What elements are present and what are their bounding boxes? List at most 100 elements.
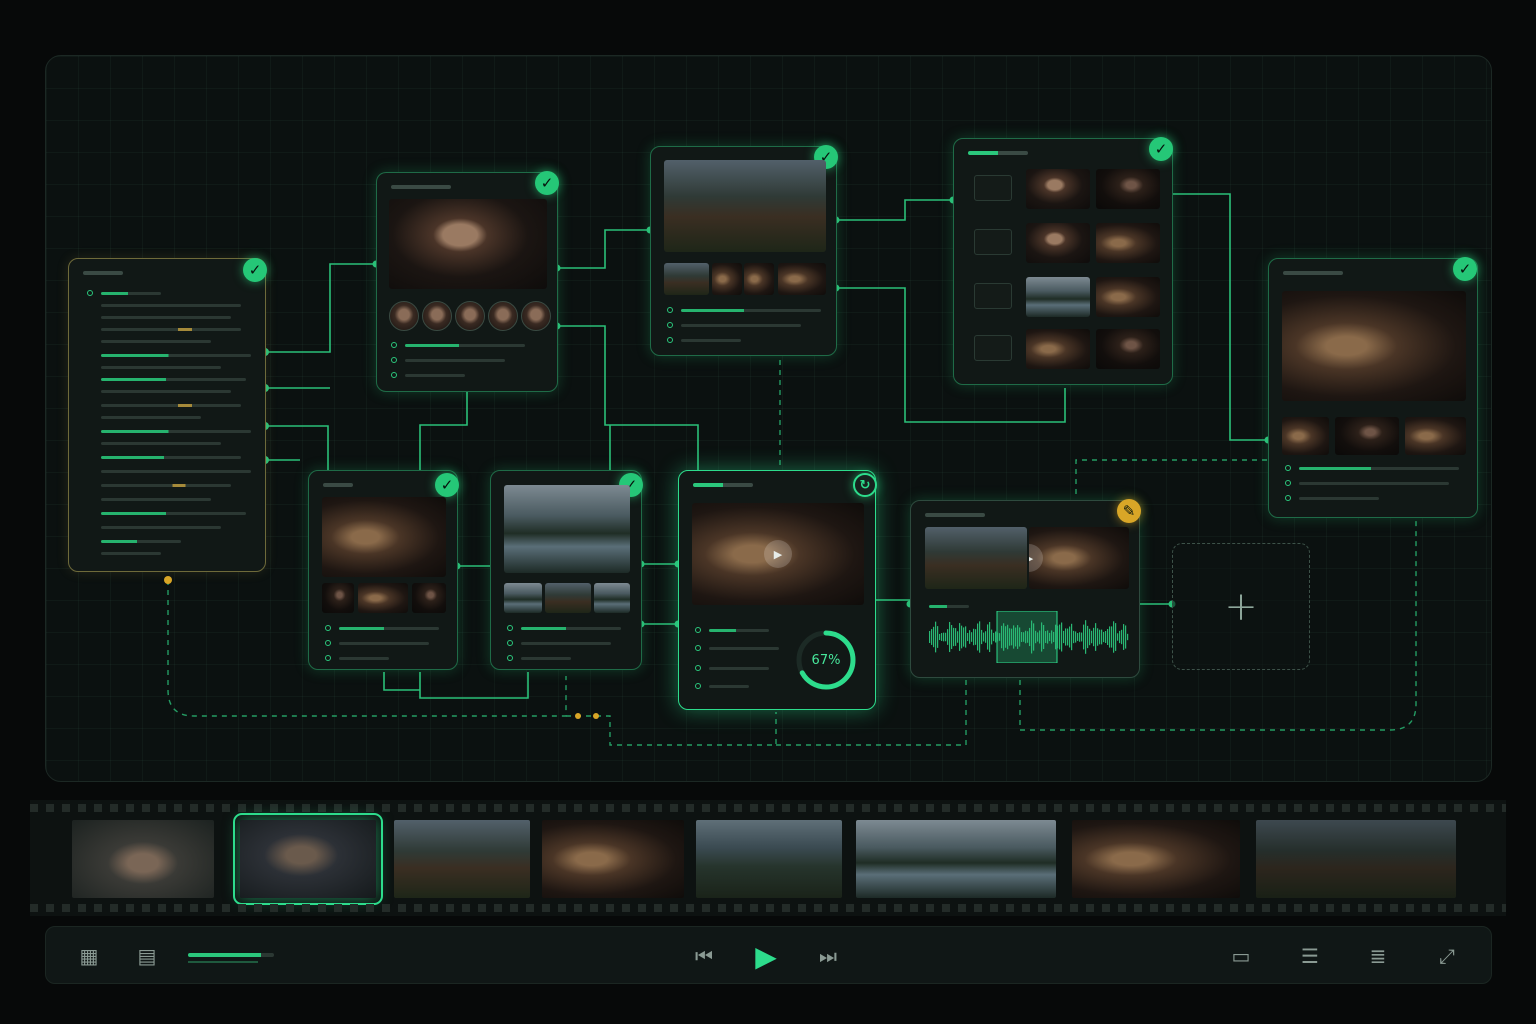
final-scene-node[interactable]: ✓	[1268, 257, 1478, 518]
storyboard-sketch[interactable]	[974, 229, 1012, 255]
waveform-bar	[969, 630, 971, 644]
final-scene-thumb[interactable]	[1282, 417, 1329, 455]
shot-thumb[interactable]	[412, 583, 446, 613]
avatar[interactable]	[455, 301, 485, 331]
storyboard-frame[interactable]	[1026, 223, 1090, 263]
shot-thumb[interactable]	[545, 583, 591, 613]
storyboard-frame[interactable]	[1026, 169, 1090, 209]
check-icon: ✓	[535, 171, 559, 195]
character-node[interactable]: ✓	[376, 171, 559, 392]
shot-thumb[interactable]	[594, 583, 630, 613]
waveform-bar	[947, 629, 949, 645]
waveform-bar	[955, 628, 957, 646]
shot-thumb[interactable]	[358, 583, 408, 613]
skip-back-icon[interactable]: ⏮	[689, 941, 719, 971]
avatar[interactable]	[488, 301, 518, 331]
location-thumb[interactable]	[664, 263, 709, 295]
render-node[interactable]: ↻ ▶ 67%	[678, 470, 877, 710]
script-node[interactable]: ✓	[68, 258, 267, 572]
play-overlay-icon[interactable]: ▶	[1029, 544, 1043, 572]
waveform-bar	[951, 625, 953, 649]
final-scene-thumb[interactable]	[1335, 417, 1399, 455]
final-scene-image[interactable]	[1282, 291, 1466, 401]
film-frame[interactable]	[696, 820, 842, 898]
waveform-bar	[999, 633, 1001, 641]
waveform-bar	[1107, 628, 1109, 646]
storyboard-frame[interactable]	[1096, 277, 1160, 317]
grid-view-icon[interactable]: ▦	[74, 941, 104, 971]
play-overlay-icon[interactable]: ▶	[764, 540, 792, 568]
film-frame[interactable]	[394, 820, 530, 898]
film-frame[interactable]	[542, 820, 684, 898]
waveform-bar	[983, 632, 985, 642]
timeline-slider[interactable]	[188, 953, 274, 963]
waveform-bar	[1093, 627, 1095, 647]
character-portrait[interactable]	[389, 199, 547, 289]
storyboard-sketch[interactable]	[974, 335, 1012, 361]
waveform-bar	[953, 627, 955, 647]
shot-image[interactable]	[504, 485, 630, 573]
storyboard-sketch[interactable]	[974, 175, 1012, 201]
timeline-view-icon[interactable]: ▭	[1226, 941, 1256, 971]
audio-waveform[interactable]	[929, 611, 1129, 663]
layout-view-icon[interactable]: ▤	[132, 941, 162, 971]
waveform-bar	[1097, 628, 1099, 646]
node-title-bar	[1283, 271, 1343, 275]
waveform-bar	[1021, 632, 1023, 642]
waveform-bar	[1023, 632, 1025, 642]
render-preview[interactable]: ▶	[692, 503, 864, 605]
avatar[interactable]	[389, 301, 419, 331]
waveform-bar	[1007, 624, 1009, 650]
storyboard-node[interactable]: ✓	[953, 137, 1173, 385]
skip-forward-icon[interactable]: ⏭	[813, 941, 843, 971]
storyboard-frame[interactable]	[1026, 277, 1090, 317]
waveform-bar	[1115, 623, 1117, 651]
location-thumb[interactable]	[712, 263, 742, 295]
list-alt-icon[interactable]: ≣	[1363, 941, 1393, 971]
avatar[interactable]	[422, 301, 452, 331]
expand-icon[interactable]: ⤢	[1432, 941, 1462, 971]
waveform-bar	[1123, 624, 1125, 650]
waveform-bar	[1063, 630, 1065, 644]
waveform-bar	[1051, 630, 1053, 644]
waveform-bar	[1087, 625, 1089, 649]
waveform-bar	[1083, 624, 1085, 650]
waveform-bar	[1005, 626, 1007, 648]
shot-node-lake[interactable]: ✓	[490, 470, 643, 670]
location-thumb[interactable]	[744, 263, 774, 295]
audio-edit-node[interactable]: ✎ ▶	[910, 499, 1141, 678]
waveform-bar	[957, 631, 959, 643]
location-image[interactable]	[664, 160, 826, 252]
film-frame[interactable]	[72, 820, 214, 898]
film-frame[interactable]	[856, 820, 1056, 898]
waveform-bar	[1041, 622, 1043, 652]
clip-thumb[interactable]	[925, 527, 1027, 589]
shot-image[interactable]	[322, 497, 446, 577]
storyboard-frame[interactable]	[1096, 329, 1160, 369]
film-frame-selected[interactable]	[233, 813, 383, 905]
location-node[interactable]: ✓	[650, 145, 838, 356]
waveform-bar	[1103, 631, 1105, 643]
list-view-icon[interactable]: ☰	[1295, 941, 1325, 971]
shot-node-interior[interactable]: ✓	[308, 470, 459, 670]
waveform-bar	[1033, 623, 1035, 651]
clip-thumb[interactable]: ▶	[1029, 527, 1129, 589]
shot-thumb[interactable]	[504, 583, 542, 613]
shot-thumb[interactable]	[322, 583, 354, 613]
storyboard-frame[interactable]	[1096, 169, 1160, 209]
waveform-bar	[1125, 625, 1127, 649]
location-thumb[interactable]	[778, 263, 826, 295]
avatar[interactable]	[521, 301, 551, 331]
play-icon[interactable]: ▶	[751, 940, 781, 973]
waveform-bar	[987, 624, 989, 650]
waveform-bar	[989, 621, 991, 653]
film-strip[interactable]	[30, 800, 1506, 916]
film-frame[interactable]	[1256, 820, 1456, 898]
storyboard-sketch[interactable]	[974, 283, 1012, 309]
storyboard-frame[interactable]	[1096, 223, 1160, 263]
film-frame[interactable]	[1072, 820, 1240, 898]
final-scene-thumb[interactable]	[1405, 417, 1466, 455]
add-node-button[interactable]: +	[1172, 543, 1310, 670]
storyboard-frame[interactable]	[1026, 329, 1090, 369]
waveform-bar	[1119, 630, 1121, 644]
